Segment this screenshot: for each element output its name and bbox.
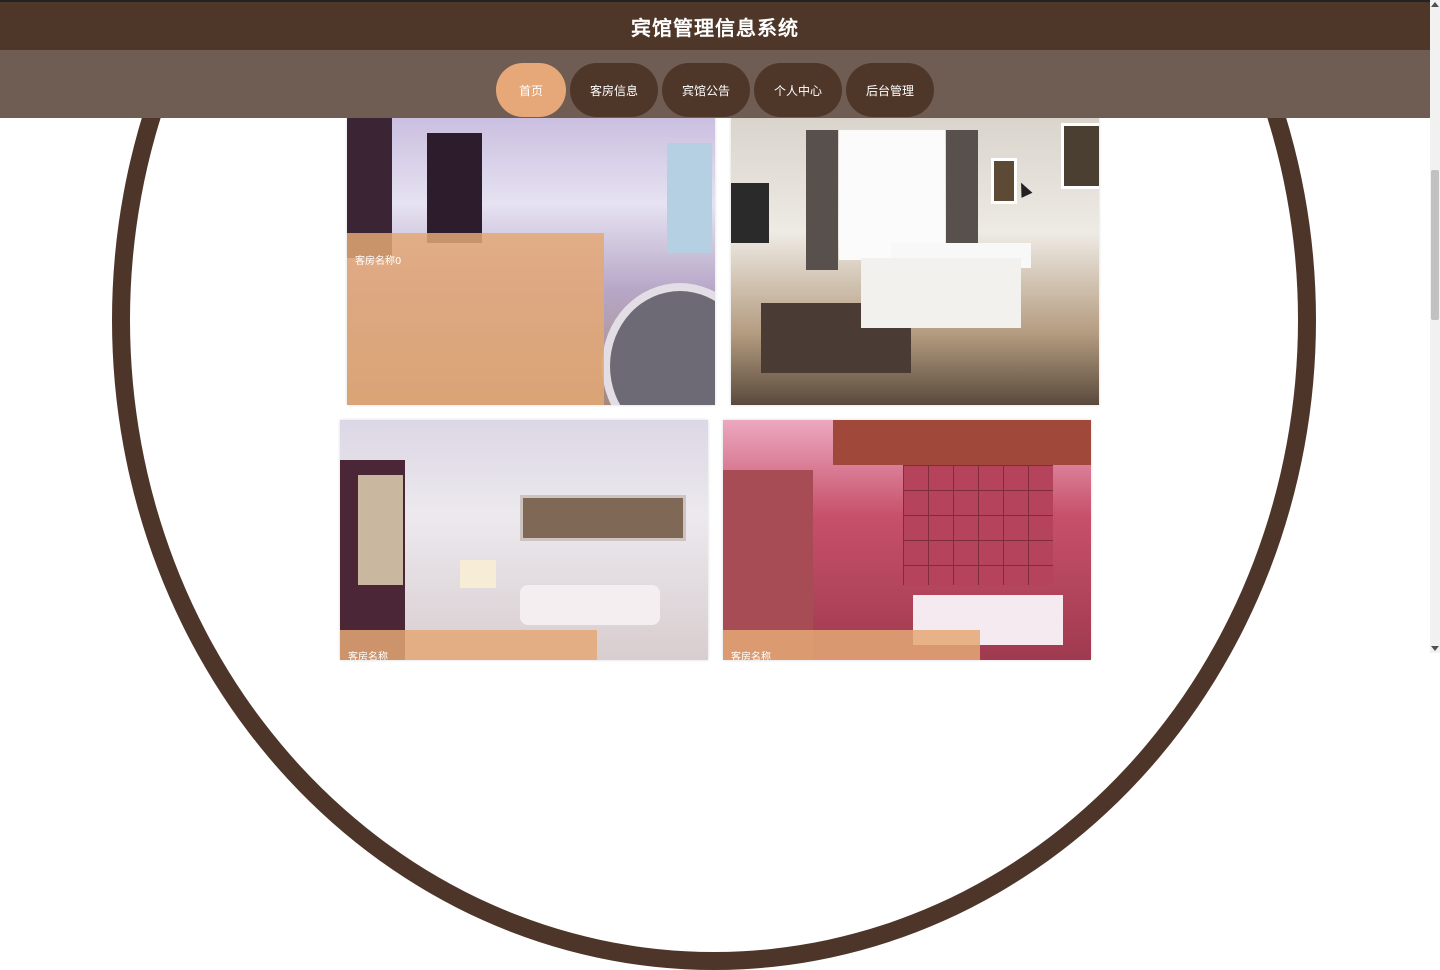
scroll-up-icon[interactable] <box>1431 2 1439 7</box>
room-photo <box>723 420 1091 660</box>
site-header: 宾馆管理信息系统 <box>0 0 1430 50</box>
room-card[interactable] <box>731 118 1099 405</box>
room-name: 客房名称 <box>731 652 771 660</box>
scroll-thumb[interactable] <box>1431 170 1439 320</box>
main-nav: 首页 客房信息 宾馆公告 个人中心 后台管理 <box>0 50 1430 118</box>
room-name: 客房名称0 <box>355 256 402 267</box>
nav-item-admin[interactable]: 后台管理 <box>846 63 935 117</box>
room-card[interactable]: 客房名称0 <box>347 118 715 405</box>
room-photo <box>340 420 708 660</box>
site-title: 宾馆管理信息系统 <box>631 15 799 40</box>
room-card[interactable]: 客房名称 <box>340 420 708 660</box>
nav-item-home[interactable]: 首页 <box>495 63 566 117</box>
page-scrollbar[interactable] <box>1430 0 1440 653</box>
nav-item-profile[interactable]: 个人中心 <box>754 63 843 117</box>
room-photo <box>731 118 1099 405</box>
room-name: 客房名称 <box>348 652 388 660</box>
room-card[interactable]: 客房名称 <box>723 420 1091 660</box>
nav-item-rooms[interactable]: 客房信息 <box>569 63 658 117</box>
scroll-down-icon[interactable] <box>1431 646 1439 651</box>
nav-item-announcements[interactable]: 宾馆公告 <box>661 63 750 117</box>
